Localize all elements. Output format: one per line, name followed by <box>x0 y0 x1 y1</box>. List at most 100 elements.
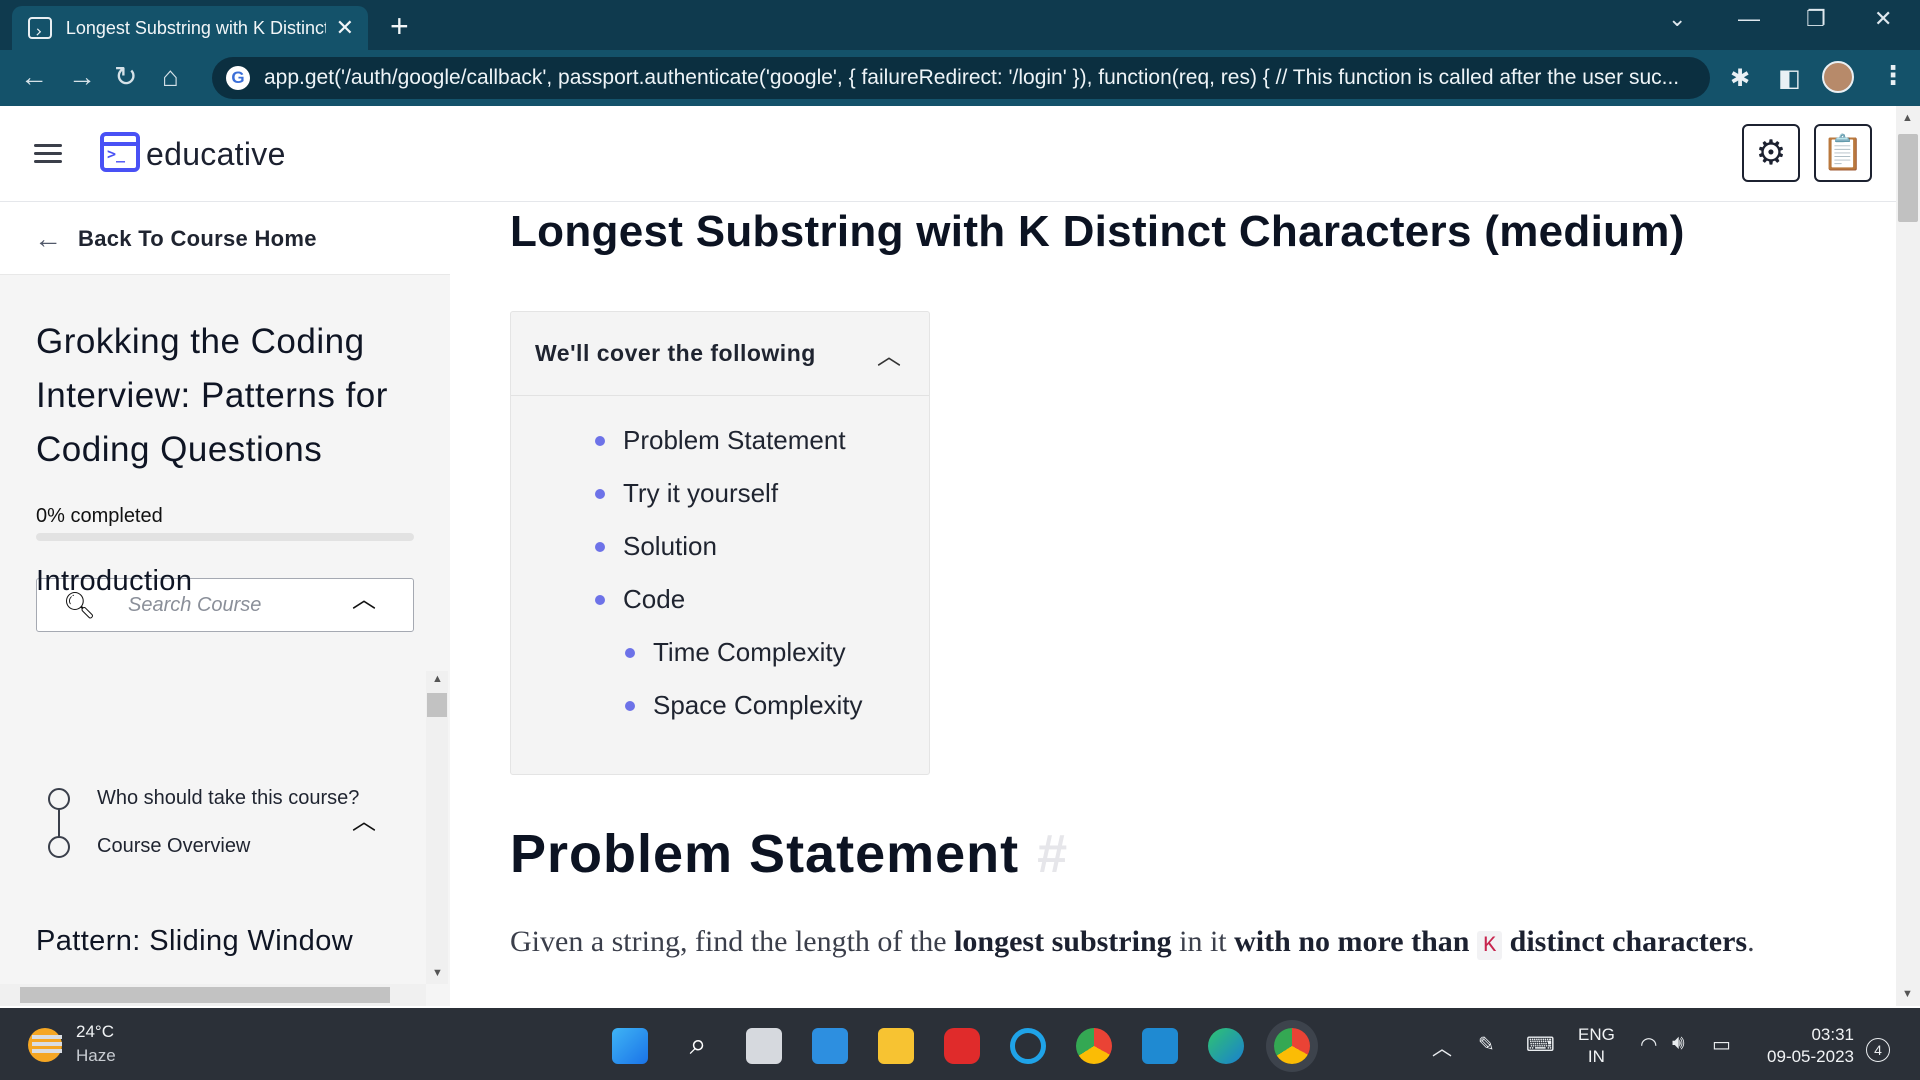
lang-region: IN <box>1587 1047 1605 1066</box>
edge-icon[interactable] <box>1208 1028 1244 1064</box>
para-bold: distinct characters <box>1509 925 1748 958</box>
lesson-status-circle-icon <box>48 787 70 810</box>
logo-text[interactable]: educative <box>146 136 286 173</box>
progress-label: 0% completed <box>36 505 163 527</box>
page-scrollbar[interactable] <box>1896 106 1920 1006</box>
tab-close-icon[interactable]: ✕ <box>336 15 354 41</box>
weather-haze-icon[interactable] <box>28 1028 62 1062</box>
toc-item[interactable]: Time Complexity <box>511 626 929 679</box>
toc-item-label: Solution <box>623 531 717 561</box>
weather-temperature[interactable]: 24°C <box>76 1022 114 1042</box>
lesson-item[interactable]: Course Overview <box>48 835 250 858</box>
tab-title: Longest Substring with K Distinct Charac… <box>65 17 326 38</box>
volume-icon[interactable]: 🔊︎ <box>1672 1032 1685 1055</box>
youtube-icon[interactable] <box>944 1028 980 1064</box>
inline-code: K <box>1476 931 1503 960</box>
windows-taskbar: 24°C Haze ⌕ ︿ ✎ ⌨ ENG IN ◠ 🔊︎ ▭ 03:31 09… <box>0 1008 1920 1080</box>
url-text[interactable]: app.get('/auth/google/callback', passpor… <box>264 66 1704 90</box>
toc-item[interactable]: Code <box>511 573 929 626</box>
browser-menu-icon[interactable]: ⋮ <box>1880 60 1906 91</box>
pen-menu-icon[interactable]: ✎ <box>1478 1032 1495 1057</box>
bullet-dot-icon <box>595 435 605 446</box>
hamburger-menu-icon[interactable] <box>34 144 62 164</box>
windows-start-icon[interactable] <box>612 1028 648 1064</box>
photos-icon[interactable] <box>812 1028 848 1064</box>
para-bold: longest substring <box>954 925 1172 958</box>
weather-condition[interactable]: Haze <box>76 1046 116 1066</box>
scroll-up-arrow-icon[interactable]: ▲ <box>1902 112 1913 124</box>
chrome-profile-icon[interactable] <box>1274 1028 1310 1064</box>
toc-header[interactable]: We'll cover the following ︿ <box>511 312 929 396</box>
close-window-button[interactable]: ✕ <box>1874 6 1892 32</box>
chrome-icon[interactable] <box>1076 1028 1112 1064</box>
back-nav-icon[interactable]: ← <box>20 62 48 92</box>
show-hidden-icons-chevron-icon[interactable]: ︿ <box>1432 1032 1452 1061</box>
toc-item[interactable]: Space Complexity <box>511 679 929 732</box>
restore-button[interactable]: ❐ <box>1806 6 1826 32</box>
file-explorer-icon[interactable] <box>878 1028 914 1064</box>
vscode-icon[interactable] <box>1142 1028 1178 1064</box>
page-scroll-thumb[interactable] <box>1898 134 1918 222</box>
problem-heading-text: Problem Statement <box>510 824 1020 884</box>
task-view-icon[interactable] <box>746 1028 782 1064</box>
tab-search-icon[interactable]: ⌄ <box>1668 6 1686 32</box>
new-tab-button[interactable]: + <box>390 8 409 45</box>
language-indicator[interactable]: ENG IN <box>1578 1024 1615 1068</box>
toc-item[interactable]: Try it yourself <box>511 467 929 520</box>
section-title-introduction[interactable]: Introduction <box>36 565 192 598</box>
scroll-down-arrow-icon[interactable]: ▼ <box>432 967 443 979</box>
para-text: Given a string, find the length of the <box>510 925 955 958</box>
browser-tab[interactable]: Longest Substring with K Distinct Charac… <box>12 6 368 50</box>
battery-icon[interactable]: ▭ <box>1712 1032 1731 1057</box>
address-bar[interactable]: G app.get('/auth/google/callback', passp… <box>212 57 1710 99</box>
browser-toolbar: ← → ↻ ⌂ G app.get('/auth/google/callback… <box>0 50 1920 106</box>
lesson-content: Longest Substring with K Distinct Charac… <box>450 203 1896 1006</box>
cortana-icon[interactable] <box>1010 1028 1046 1064</box>
bullet-dot-icon <box>625 647 635 658</box>
bullet-dot-icon <box>595 541 605 552</box>
search-taskbar-icon[interactable]: ⌕ <box>680 1028 716 1064</box>
app-header: educative ⚙ 📋 <box>0 106 1896 202</box>
system-clock[interactable]: 03:31 09-05-2023 <box>1758 1024 1854 1068</box>
back-to-course-link[interactable]: ← Back To Course Home <box>0 203 450 275</box>
clipboard-button[interactable]: 📋 <box>1814 124 1872 182</box>
toc-heading: We'll cover the following <box>535 340 816 366</box>
chevron-up-icon[interactable]: ︿ <box>352 801 376 836</box>
google-icon: G <box>226 66 250 90</box>
toc-item[interactable]: Problem Statement <box>511 414 929 467</box>
clock-time: 03:31 <box>1811 1025 1854 1044</box>
back-label: Back To Course Home <box>78 225 317 251</box>
side-panel-icon[interactable]: ◧ <box>1778 64 1801 93</box>
keyboard-icon[interactable]: ⌨ <box>1526 1032 1555 1057</box>
chevron-up-icon[interactable]: ︿ <box>352 579 376 614</box>
extensions-icon[interactable]: ✱ <box>1730 64 1750 93</box>
course-sidebar: ← Back To Course Home Grokking the Codin… <box>0 203 450 1006</box>
para-bold: with no more than <box>1234 925 1470 958</box>
home-icon[interactable]: ⌂ <box>162 62 179 92</box>
bullet-dot-icon <box>595 488 605 499</box>
wifi-icon[interactable]: ◠ <box>1640 1032 1657 1057</box>
anchor-link-icon[interactable]: # <box>1037 824 1068 884</box>
section-title-sliding-window[interactable]: Pattern: Sliding Window <box>36 919 366 963</box>
scroll-up-arrow-icon[interactable]: ▲ <box>432 673 443 685</box>
chevron-up-icon[interactable]: ︿ <box>877 336 901 371</box>
sidebar-horizontal-scroll-thumb[interactable] <box>20 987 390 1003</box>
minimize-button[interactable]: — <box>1738 6 1760 32</box>
settings-gear-button[interactable]: ⚙ <box>1742 124 1800 182</box>
toc-item[interactable]: Solution <box>511 520 929 573</box>
lang-code: ENG <box>1578 1025 1615 1044</box>
lesson-item[interactable]: Who should take this course? <box>48 787 359 810</box>
scroll-down-arrow-icon[interactable]: ▼ <box>1902 988 1913 1000</box>
reload-icon[interactable]: ↻ <box>114 62 137 92</box>
sidebar-scroll-thumb[interactable] <box>427 693 447 717</box>
bullet-dot-icon <box>595 594 605 605</box>
progress-bar <box>36 533 414 541</box>
lesson-label: Course Overview <box>97 835 251 857</box>
notification-badge[interactable]: 4 <box>1866 1038 1890 1062</box>
profile-avatar[interactable] <box>1822 61 1854 93</box>
lesson-label: Who should take this course? <box>97 787 360 809</box>
sidebar-scrollbar[interactable] <box>426 671 448 984</box>
educative-logo-icon[interactable] <box>100 132 140 172</box>
forward-nav-icon[interactable]: → <box>68 62 96 92</box>
para-text: . <box>1747 925 1755 958</box>
